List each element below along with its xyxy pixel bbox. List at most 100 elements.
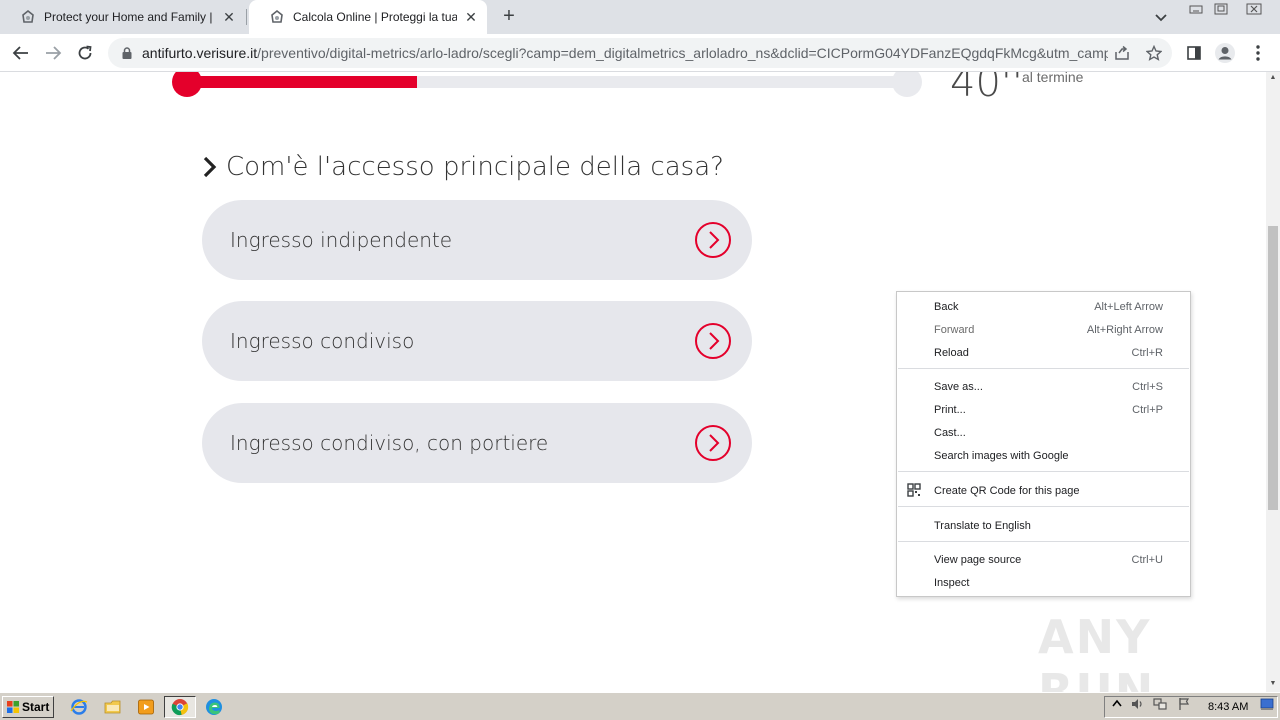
side-panel-icon[interactable] (1183, 42, 1205, 64)
menu-item-inspect[interactable]: Inspect (897, 571, 1190, 594)
tab-divider (246, 9, 247, 25)
anyrun-watermark: ANY RUN (1038, 610, 1266, 692)
url-text[interactable]: antifurto.verisure.it/preventivo/digital… (142, 45, 1108, 61)
menu-item-label: Cast... (934, 426, 966, 439)
kebab-menu-icon[interactable] (1247, 42, 1269, 64)
menu-item-create-qr-code[interactable]: Create QR Code for this page (897, 479, 1190, 502)
qr-code-icon (907, 483, 921, 497)
arrow-circle-right-icon[interactable] (694, 322, 732, 360)
option-label: Ingresso indipendente (230, 228, 453, 252)
start-label: Start (22, 700, 50, 714)
menu-item-cast[interactable]: Cast... (897, 421, 1190, 444)
menu-item-label: View page source (934, 553, 1022, 566)
menu-item-print[interactable]: Print... Ctrl+P (897, 398, 1190, 421)
url-path: /preventivo/digital-metrics/arlo-ladro/s… (257, 45, 1108, 61)
back-arrow-icon[interactable] (10, 42, 32, 64)
window-close-icon[interactable] (1240, 0, 1268, 18)
menu-item-back[interactable]: Back Alt+Left Arrow (897, 295, 1190, 318)
menu-item-label: Forward (934, 323, 975, 336)
menu-item-shortcut: Ctrl+U (1131, 553, 1163, 566)
option-label: Ingresso condiviso, con portiere (230, 431, 549, 455)
tab-title: Calcola Online | Proteggi la tua Casa (293, 10, 457, 24)
chevron-right-icon (203, 156, 217, 178)
volume-speaker-icon[interactable] (1130, 697, 1144, 711)
menu-item-forward: Forward Alt+Right Arrow (897, 318, 1190, 341)
tab-close-icon[interactable]: ✕ (463, 9, 479, 25)
new-tab-plus-icon[interactable]: + (498, 6, 520, 28)
menu-item-search-images[interactable]: Search images with Google (897, 444, 1190, 467)
progress-end-dot (892, 72, 922, 97)
menu-item-shortcut: Ctrl+P (1132, 403, 1163, 416)
menu-separator (898, 541, 1189, 542)
chrome-icon[interactable] (171, 698, 189, 716)
menu-item-reload[interactable]: Reload Ctrl+R (897, 341, 1190, 364)
scrollbar-thumb[interactable] (1268, 226, 1278, 510)
progress-start-dot (172, 72, 202, 97)
menu-item-save-as[interactable]: Save as... Ctrl+S (897, 375, 1190, 398)
bookmark-star-icon[interactable] (1146, 45, 1162, 61)
taskbar-clock: 8:43 AM (1208, 701, 1249, 713)
windows-taskbar: Start 8:43 AM (0, 692, 1280, 720)
menu-item-label: Save as... (934, 380, 983, 393)
menu-item-label: Search images with Google (934, 449, 1069, 462)
verisure-favicon-icon (271, 9, 283, 23)
menu-item-shortcut: Ctrl+R (1131, 346, 1163, 359)
question-text: Com'è l'accesso principale della casa? (226, 152, 724, 182)
menu-item-view-page-source[interactable]: View page source Ctrl+U (897, 548, 1190, 571)
tab-protect-your-home[interactable]: Protect your Home and Family | © V ✕ (0, 0, 245, 34)
lock-icon[interactable] (120, 46, 134, 60)
windows-logo-icon (7, 701, 19, 713)
menu-item-label: Print... (934, 403, 966, 416)
scroll-down-arrow-icon[interactable]: ▼ (1266, 678, 1280, 690)
tray-expand-arrow-icon[interactable] (1110, 697, 1124, 711)
option-ingresso-condiviso[interactable]: Ingresso condiviso (202, 301, 752, 381)
forward-arrow-icon[interactable] (42, 42, 64, 64)
option-label: Ingresso condiviso (230, 329, 415, 353)
menu-separator (898, 368, 1189, 369)
menu-item-label: Back (934, 300, 959, 313)
action-center-flag-icon[interactable] (1177, 697, 1191, 711)
verisure-favicon-icon (22, 9, 34, 23)
menu-item-label: Inspect (934, 576, 970, 589)
scroll-up-arrow-icon[interactable]: ▲ (1266, 72, 1280, 84)
context-menu: Back Alt+Left Arrow Forward Alt+Right Arro… (896, 291, 1191, 597)
file-explorer-folder-icon[interactable] (104, 698, 122, 716)
menu-separator (898, 506, 1189, 507)
show-desktop-icon[interactable] (1260, 697, 1274, 711)
tab-calcola-online[interactable]: Calcola Online | Proteggi la tua Casa ✕ (249, 0, 487, 34)
timer-label: al termine (1022, 72, 1084, 85)
reload-icon[interactable] (74, 42, 96, 64)
option-ingresso-condiviso-con-portiere[interactable]: Ingresso condiviso, con portiere (202, 403, 752, 483)
tab-close-icon[interactable]: ✕ (221, 9, 237, 25)
menu-item-translate[interactable]: Translate to English (897, 514, 1190, 537)
window-minimize-icon[interactable] (1184, 0, 1208, 18)
menu-item-label: Reload (934, 346, 969, 359)
browser-toolbar: antifurto.verisure.it/preventivo/digital… (0, 34, 1280, 72)
timer-value: 40'' (950, 72, 1023, 106)
profile-avatar-icon[interactable] (1214, 42, 1236, 64)
share-icon[interactable] (1114, 45, 1130, 61)
menu-item-shortcut: Alt+Left Arrow (1094, 300, 1163, 313)
menu-separator (898, 471, 1189, 472)
question-heading: Com'è l'accesso principale della casa? (202, 152, 724, 182)
menu-item-label: Translate to English (934, 519, 1031, 532)
network-icon[interactable] (1153, 697, 1167, 711)
media-player-icon[interactable] (137, 698, 155, 716)
tab-strip: Protect your Home and Family | © V ✕ Cal… (0, 0, 1280, 34)
tab-search-chevron-down-icon[interactable] (1152, 8, 1170, 26)
menu-item-label: Create QR Code for this page (934, 484, 1080, 497)
arrow-circle-right-icon[interactable] (694, 221, 732, 259)
watermark-text: ANY RUN (1038, 610, 1156, 692)
address-bar[interactable]: antifurto.verisure.it/preventivo/digital… (108, 38, 1172, 68)
arrow-circle-right-icon[interactable] (694, 424, 732, 462)
window-restore-icon[interactable] (1209, 0, 1233, 18)
menu-item-shortcut: Ctrl+S (1132, 380, 1163, 393)
url-host: antifurto.verisure.it (142, 45, 258, 61)
tab-title: Protect your Home and Family | © V (44, 10, 215, 24)
edge-icon[interactable] (205, 698, 223, 716)
progress-fill (186, 76, 417, 88)
internet-explorer-icon[interactable] (70, 698, 88, 716)
option-ingresso-indipendente[interactable]: Ingresso indipendente (202, 200, 752, 280)
start-button[interactable]: Start (2, 696, 54, 718)
menu-item-shortcut: Alt+Right Arrow (1086, 323, 1163, 336)
